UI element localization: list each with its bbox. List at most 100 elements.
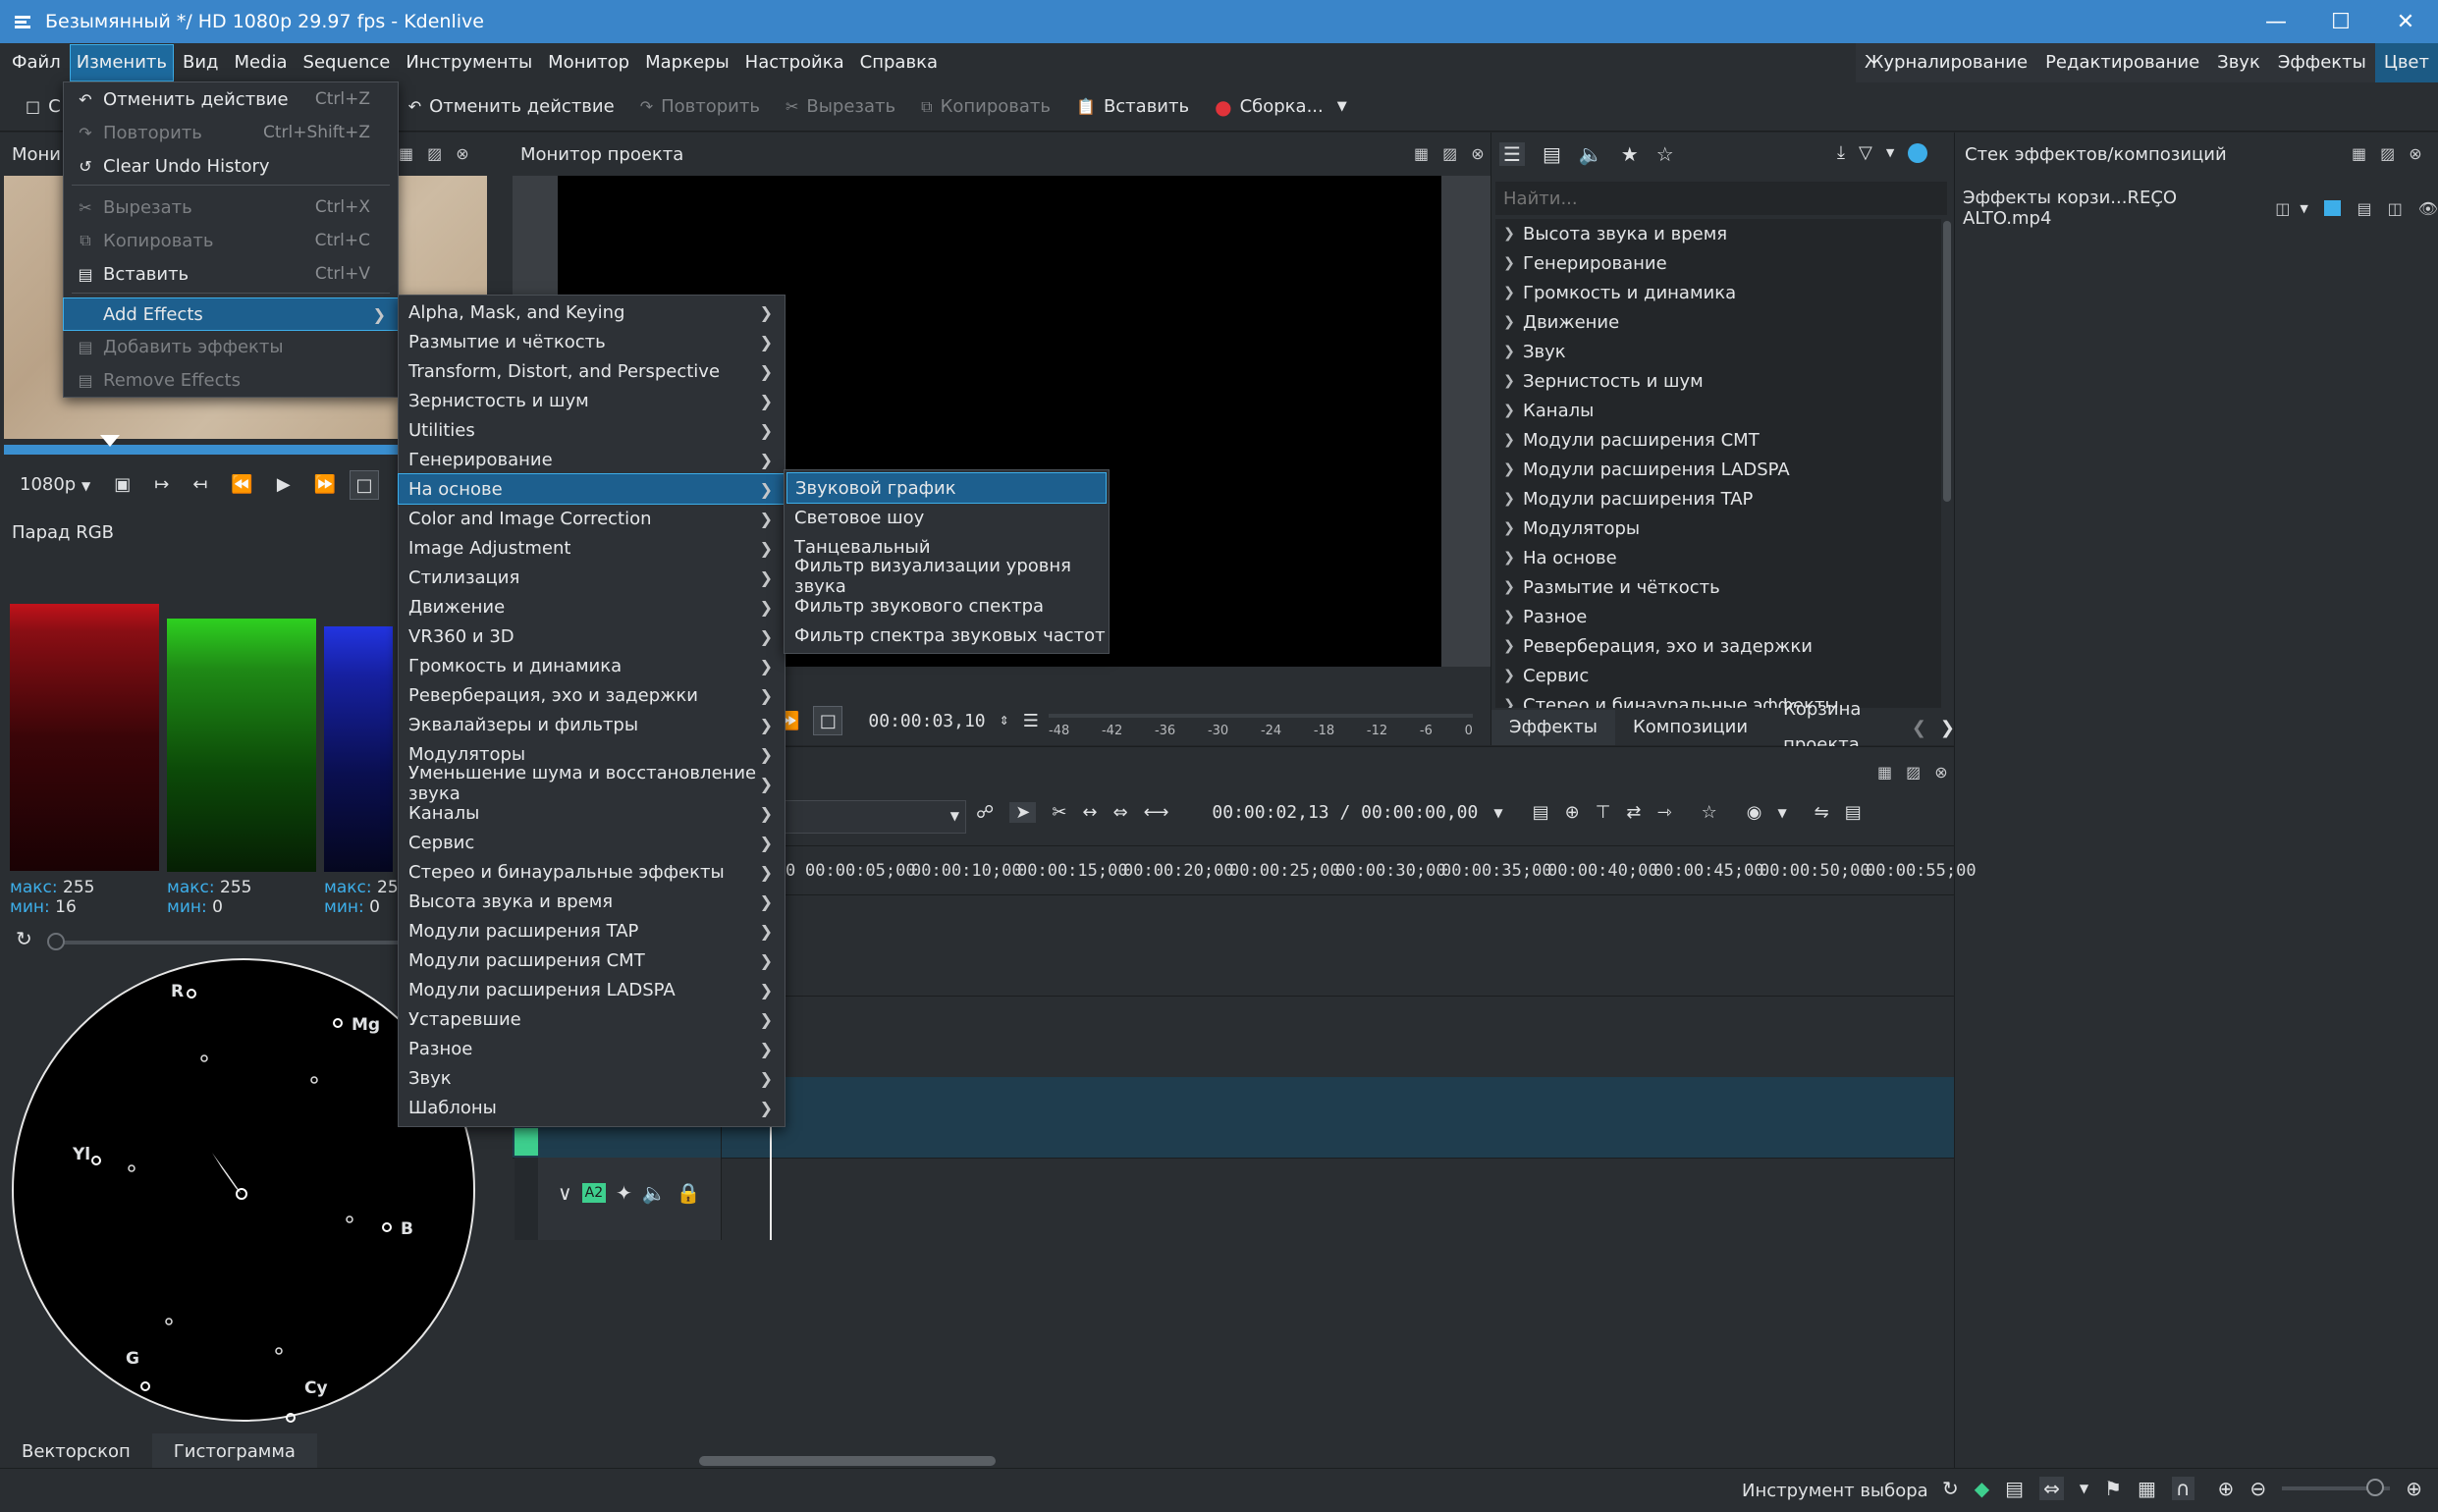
custom-effects-icon[interactable]: ★ [1621, 142, 1639, 166]
effect-item[interactable]: Световое шоу [785, 503, 1109, 532]
effect-category[interactable]: ❯ Разное [1495, 602, 1587, 631]
save-icon[interactable]: ▤ [2005, 1477, 2024, 1500]
snap-icon[interactable]: ☍ [976, 802, 994, 823]
save-stack-icon[interactable]: ▤ [2357, 199, 2371, 218]
tab-vectorscope[interactable]: Векторскоп [0, 1433, 152, 1471]
menu-item-add-effects-disabled[interactable]: ▤ Добавить эффекты [64, 332, 398, 361]
effect-category[interactable]: ❯ Зернистость и шум [1495, 366, 1704, 396]
mute-audio-icon[interactable]: 🔈 [642, 1181, 667, 1205]
submenu-item[interactable]: Высота звука и время ❯ [399, 887, 785, 916]
play-icon[interactable]: ▶ [277, 474, 291, 495]
subtitle-icon[interactable]: ▤ [1845, 802, 1862, 823]
dock-float-icon[interactable]: ▦ [1414, 144, 1429, 163]
info-icon[interactable] [1908, 142, 1928, 163]
submenu-item[interactable]: Стерео и бинауральные эффекты ❯ [399, 857, 785, 887]
dock-float-icon[interactable]: ▦ [399, 144, 413, 163]
hamburger-menu-icon[interactable]: ☰ [1023, 711, 1039, 731]
submenu-item[interactable]: Шаблоны ❯ [399, 1093, 785, 1122]
compare-icon[interactable]: ◫ [2275, 199, 2290, 218]
submenu-item[interactable]: Эквалайзеры и фильтры ❯ [399, 710, 785, 739]
submenu-item[interactable]: Разное ❯ [399, 1034, 785, 1063]
menu-help[interactable]: Справка [854, 45, 944, 81]
dock-float-icon[interactable]: ▦ [2352, 144, 2366, 163]
effect-category[interactable]: ❯ Сервис [1495, 661, 1589, 690]
timeline-scrollbar[interactable] [699, 1456, 996, 1466]
razor-tool-icon[interactable]: ✂ [1052, 802, 1066, 823]
tab-effects[interactable]: Эффекты [1491, 710, 1615, 745]
effects-scrollbar[interactable] [1943, 221, 1951, 502]
menu-item-paste[interactable]: ▤ Вставить Ctrl+V [64, 259, 398, 289]
download-icon[interactable]: ⤓ [1837, 142, 1845, 163]
ripple-tool-icon[interactable]: ⇔ [1113, 802, 1128, 823]
zoom-fit-icon[interactable]: □ [813, 706, 843, 735]
in-point-icon[interactable]: ↦ [154, 474, 169, 495]
flag-icon[interactable]: ⚑ [2104, 1477, 2122, 1500]
submenu-item[interactable]: Color and Image Correction ❯ [399, 504, 785, 533]
effect-category[interactable]: ❯ Звук [1495, 337, 1566, 366]
favorites-icon[interactable]: ☆ [1656, 142, 1674, 166]
effect-category[interactable]: ❯ На основе [1495, 543, 1617, 572]
menu-file[interactable]: Файл [6, 45, 67, 81]
refresh-icon[interactable]: ↻ [1942, 1477, 1959, 1500]
collapse-icon[interactable]: ◫ [2388, 199, 2403, 218]
effect-category[interactable]: ❯ Генерирование [1495, 248, 1667, 278]
layout-audio[interactable]: Звук [2208, 43, 2269, 82]
resolution-select[interactable]: 1080p ▼ [20, 474, 90, 495]
undo-button[interactable]: ↶ Отменить действие [408, 96, 615, 117]
submenu-item[interactable]: Alpha, Mask, and Keying ❯ [399, 297, 785, 327]
submenu-item[interactable]: Image Adjustment ❯ [399, 533, 785, 563]
layout-editing[interactable]: Редактирование [2036, 43, 2208, 82]
menu-item-undo[interactable]: ↶ Отменить действие Ctrl+Z [64, 84, 398, 114]
forward-icon[interactable]: ⏩ [314, 474, 336, 495]
lift-icon[interactable]: ▤ [1533, 802, 1549, 823]
refresh-icon[interactable]: ↻ [16, 927, 32, 950]
submenu-item[interactable]: Utilities ❯ [399, 415, 785, 445]
video-effects-icon[interactable]: ▤ [1543, 142, 1561, 166]
submenu-item[interactable]: Модули расширения LADSPA ❯ [399, 975, 785, 1004]
render-button[interactable]: ● Сборка... ▼ [1215, 95, 1347, 119]
layout-color[interactable]: Цвет [2374, 43, 2438, 82]
submenu-item-selected[interactable]: На основе ❯ [398, 473, 786, 505]
layout-logging[interactable]: Журналирование [1856, 43, 2036, 82]
chevron-down-icon[interactable]: ▼ [2080, 1482, 2088, 1495]
gain-slider-handle[interactable] [47, 933, 65, 950]
effect-item[interactable]: Фильтр спектра звуковых частот [785, 621, 1109, 650]
project-timecode[interactable]: 00:00:03,10 [868, 711, 985, 731]
chevron-down-icon[interactable]: ▼ [1886, 146, 1894, 159]
maximize-icon[interactable]: ☐ [2308, 0, 2373, 43]
submenu-item[interactable]: Громкость и динамика ❯ [399, 651, 785, 680]
insert-icon[interactable]: ⊕ [1565, 802, 1580, 823]
collapse-track-icon[interactable]: ∨ [558, 1181, 572, 1205]
menu-item-remove-effects[interactable]: ▤ Remove Effects [64, 365, 398, 395]
chevron-right-icon[interactable]: ❯ [1940, 718, 1955, 738]
paste-button[interactable]: 📋 Вставить [1076, 96, 1189, 117]
spinner-icon[interactable]: ⇕ [1000, 714, 1009, 728]
dock-detach-icon[interactable]: ▨ [1442, 144, 1457, 163]
gain-slider[interactable] [53, 941, 406, 945]
zoom-fit-icon[interactable]: ⊕ [2218, 1477, 2235, 1500]
effect-category[interactable]: ❯ Каналы [1495, 396, 1594, 425]
submenu-item[interactable]: Движение ❯ [399, 592, 785, 621]
track-label[interactable]: A2 [581, 1183, 607, 1203]
zoom-slider[interactable] [2282, 1479, 2391, 1496]
dock-detach-icon[interactable]: ▨ [2380, 144, 2395, 163]
effect-category[interactable]: ❯ Громкость и динамика [1495, 278, 1736, 307]
rewind-icon[interactable]: ⏪ [231, 474, 252, 495]
effect-category[interactable]: ❯ Размытие и чёткость [1495, 572, 1720, 602]
menu-settings[interactable]: Настройка [739, 45, 850, 81]
overwrite-icon[interactable]: ⊤ [1596, 802, 1611, 823]
audio-effects-icon[interactable]: 🔈 [1579, 142, 1603, 166]
effect-category[interactable]: ❯ Модули расширения TAP [1495, 484, 1753, 513]
menu-markers[interactable]: Маркеры [639, 45, 735, 81]
submenu-item[interactable]: Устаревшие ❯ [399, 1004, 785, 1034]
effect-category[interactable]: ❯ Модуляторы [1495, 513, 1640, 543]
submenu-item[interactable]: Стилизация ❯ [399, 563, 785, 592]
chevron-down-icon[interactable]: ▼ [2300, 202, 2307, 215]
submenu-item[interactable]: VR360 и 3D ❯ [399, 621, 785, 651]
spacer-tool-icon[interactable]: ↔ [1082, 802, 1097, 823]
menu-edit[interactable]: Изменить [69, 44, 174, 81]
menu-monitor[interactable]: Монитор [542, 45, 635, 81]
menu-sequence[interactable]: Sequence [298, 45, 397, 81]
track-target-indicator[interactable] [515, 1128, 538, 1156]
submenu-item[interactable]: Модули расширения CMT ❯ [399, 945, 785, 975]
